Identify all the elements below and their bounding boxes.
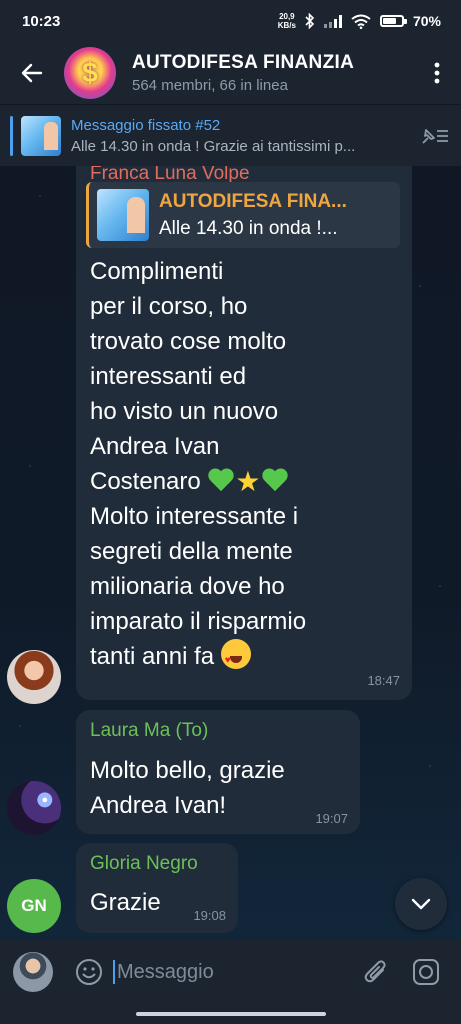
smiley-icon [76,959,102,985]
system-nav-bar [0,1004,461,1024]
status-bar: 10:23 20,9 KB/s 70% [0,0,461,42]
reply-title: AUTODIFESA FINA... [159,190,347,212]
pinned-list-button[interactable] [409,105,461,167]
group-title: AUTODIFESA FINANZIA [132,52,355,73]
text-caret [113,960,115,984]
message-line: Molto bello, grazie [90,757,285,784]
pinned-indicator [10,115,13,156]
paperclip-icon [364,960,386,983]
network-speed: 20,9 KB/s [278,12,296,30]
message-sender: Laura Ma (To) [90,720,209,741]
message-line: Grazie [90,889,161,916]
message-line: trovato cose molto [90,328,287,355]
attach-button[interactable] [351,940,401,1004]
message-text: Molto bello, grazie Andrea Ivan! [90,753,285,823]
group-avatar[interactable]: $ [64,47,116,99]
message-line: Andrea Ivan! [90,792,227,819]
status-time: 10:23 [22,12,61,30]
message-bubble[interactable]: Gloria Negro Grazie 19:08 [76,843,238,933]
wifi-icon [351,14,371,29]
message-input[interactable] [117,960,317,984]
sender-avatar[interactable] [7,781,61,835]
back-button[interactable] [0,42,64,104]
green-heart-emoji [207,467,235,493]
message-bubble[interactable]: Franca Luna Volpe AUTODIFESA FINA... All… [76,166,412,700]
chevron-down-icon [411,898,431,910]
reply-preview[interactable]: AUTODIFESA FINA... Alle 14.30 in onda !.… [86,182,400,248]
send-as-avatar[interactable] [13,952,53,992]
message-line: Molto interessante i [90,503,299,530]
composer-bar [0,940,461,1004]
star-emoji: ★ [235,466,261,497]
sender-avatar[interactable] [7,650,61,704]
more-options-button[interactable] [413,42,461,104]
pinned-message-bar[interactable]: Messaggio fissato #52 Alle 14.30 in onda… [0,104,461,166]
message-line: imparato il risparmio [90,608,307,635]
message-time: 18:47 [367,673,400,688]
message-text: Complimenti per il corso, ho trovato cos… [90,254,307,678]
avatar-initials: GN [21,896,47,915]
pinned-title: Messaggio fissato #52 [71,116,221,134]
scroll-to-bottom-button[interactable] [395,878,447,930]
message-list[interactable]: Franca Luna Volpe AUTODIFESA FINA... All… [0,166,461,940]
message-text: Grazie [90,885,161,920]
sender-avatar[interactable]: GN [7,879,61,933]
message-line: Andrea Ivan [90,433,220,460]
reply-text: AUTODIFESA FINA... Alle 14.30 in onda !.… [159,191,400,240]
network-speed-unit: KB/s [277,21,296,30]
pinned-thumbnail [21,115,61,156]
signal-icon [323,14,342,28]
message-line: ho visto un nuovo [90,398,279,425]
group-info[interactable]: AUTODIFESA FINANZIA 564 membri, 66 in li… [132,52,413,94]
message-time: 19:07 [315,811,348,826]
reply-body: Alle 14.30 in onda !... [159,217,338,239]
emoji-button[interactable] [65,940,113,1004]
heart-eyes-emoji [220,639,251,678]
message-line: tanti anni fa [90,643,221,670]
status-icons: 20,9 KB/s 70% [278,12,441,30]
message-time: 19:08 [193,908,226,923]
group-avatar-glyph: $ [82,57,98,88]
message-sender: Gloria Negro [90,853,198,874]
more-vert-icon [434,62,440,84]
instant-camera-icon [413,959,439,985]
camera-button[interactable] [401,940,451,1004]
message-line: Complimenti [90,258,224,285]
group-members-status: 564 membri, 66 in linea [132,77,288,94]
green-heart-emoji [261,467,289,493]
reply-thumbnail [97,189,149,241]
chat-header: $ AUTODIFESA FINANZIA 564 membri, 66 in … [0,42,461,104]
pinned-text: Messaggio fissato #52 Alle 14.30 in onda… [71,117,409,155]
bluetooth-icon [305,13,315,29]
message-line: interessanti ed [90,363,247,390]
home-gesture-handle[interactable] [136,1012,326,1016]
message-bubble[interactable]: Laura Ma (To) Molto bello, grazie Andrea… [76,710,360,834]
pin-list-icon [422,128,448,144]
message-line: per il corso, ho [90,293,248,320]
network-speed-value: 20,9 [279,12,295,21]
battery-percent: 70% [412,13,441,29]
message-line: segreti della mente [90,538,293,565]
battery-icon [379,15,407,27]
pinned-preview: Alle 14.30 in onda ! Grazie ai tantissim… [71,137,356,155]
message-line: Costenaro [90,468,208,495]
battery-level [382,18,396,24]
back-arrow-icon [21,63,43,83]
message-input-wrapper [113,952,351,992]
message-line: milionaria dove ho [90,573,285,600]
